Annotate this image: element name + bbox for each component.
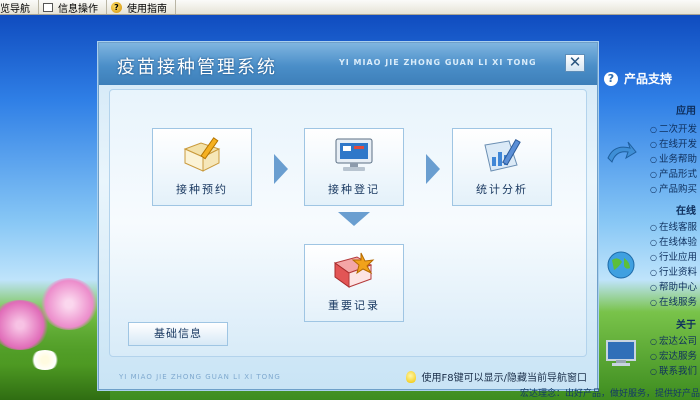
company-slogan: 宏达理念：出好产品，做好服务，提供好产品 [520, 389, 700, 399]
statistics-button[interactable]: 统计分析 [452, 128, 552, 206]
monitor-icon [606, 340, 636, 366]
feature-label: 统计分析 [476, 183, 528, 196]
sidebar-header-label: 产品支持 [624, 72, 673, 86]
sidebar-section-title: 关于 [676, 320, 696, 331]
sidebar-list: 在线客服 在线体验 行业应用 行业资料 帮助中心 在线服务 [650, 220, 697, 310]
feature-label: 接种登记 [328, 183, 380, 196]
appointment-button[interactable]: 接种预约 [152, 128, 252, 206]
help-icon: ? [111, 1, 122, 13]
globe-icon [607, 251, 635, 279]
registration-button[interactable]: 接种登记 [304, 128, 404, 206]
sidebar-link[interactable]: 二次开发 [650, 122, 697, 137]
sidebar-link[interactable]: 宏达公司 [650, 334, 697, 349]
sidebar-section-title: 在线 [676, 206, 696, 217]
sidebar-link[interactable]: 业务帮助 [650, 152, 697, 167]
menu-item-label: 使用指南 [127, 3, 167, 15]
sidebar-link[interactable]: 在线服务 [650, 295, 697, 310]
arrow-icon [607, 141, 637, 163]
sidebar-link[interactable]: 在线客服 [650, 220, 697, 235]
computer-monitor-icon [331, 135, 377, 175]
menu-item-info-operation[interactable]: 信息操作 [39, 0, 107, 15]
product-support-sidebar: ? 产品支持 应用 二次开发 在线开发 业务帮助 产品形式 产品购买 在线 在线… [600, 64, 700, 400]
dialog-title: 疫苗接种管理系统 [117, 57, 277, 78]
menu-item-label: 信息操作 [58, 3, 98, 15]
feature-label: 重要记录 [328, 299, 380, 312]
chart-pen-icon [479, 135, 525, 175]
sidebar-link[interactable]: 在线体验 [650, 235, 697, 250]
footer-pinyin: YI MIAO JIE ZHONG GUAN LI XI TONG [119, 373, 281, 381]
menu-item-navigation[interactable]: 览导航 [0, 0, 39, 15]
book-leaf-icon [331, 251, 377, 291]
footer-tip-text: 使用F8键可以显示/隐藏当前导航窗口 [421, 373, 587, 384]
sidebar-link[interactable]: 联系我们 [650, 364, 697, 379]
sidebar-list: 二次开发 在线开发 业务帮助 产品形式 产品购买 [650, 122, 697, 197]
notebook-pencil-icon [179, 135, 225, 175]
sidebar-section-title: 应用 [676, 106, 696, 117]
basic-info-button[interactable]: 基础信息 [128, 322, 228, 346]
navigation-panel: 接种预约 接种登记 统计分析 重要记录 基础信息 [109, 89, 587, 357]
question-icon: ? [604, 71, 618, 86]
flower-decoration [30, 350, 60, 370]
sidebar-link[interactable]: 行业资料 [650, 265, 697, 280]
menu-item-user-guide[interactable]: ? 使用指南 [107, 0, 176, 15]
footer-tip: 使用F8键可以显示/隐藏当前导航窗口 [405, 369, 587, 384]
dialog-title-pinyin: YI MIAO JIE ZHONG GUAN LI XI TONG [339, 58, 537, 67]
page-icon [43, 2, 53, 12]
flower-decoration [40, 278, 98, 330]
arrow-down-icon [338, 212, 370, 226]
sidebar-link[interactable]: 产品购买 [650, 182, 697, 197]
dialog-title-bar[interactable]: 疫苗接种管理系统 YI MIAO JIE ZHONG GUAN LI XI TO… [99, 43, 597, 85]
feature-label: 接种预约 [176, 183, 228, 196]
menu-bar: 览导航 信息操作 ? 使用指南 [0, 0, 700, 15]
sidebar-link[interactable]: 帮助中心 [650, 280, 697, 295]
sidebar-link[interactable]: 产品形式 [650, 167, 697, 182]
important-records-button[interactable]: 重要记录 [304, 244, 404, 322]
lightbulb-icon [405, 370, 416, 383]
sidebar-link[interactable]: 在线开发 [650, 137, 697, 152]
sidebar-link[interactable]: 行业应用 [650, 250, 697, 265]
menu-item-label: 览导航 [0, 3, 30, 15]
navigation-dialog: 疫苗接种管理系统 YI MIAO JIE ZHONG GUAN LI XI TO… [98, 42, 598, 390]
sidebar-header: ? 产品支持 [604, 70, 672, 87]
arrow-right-icon [274, 154, 288, 184]
sidebar-link[interactable]: 宏达服务 [650, 349, 697, 364]
arrow-right-icon [426, 154, 440, 184]
sidebar-list: 宏达公司 宏达服务 联系我们 [650, 334, 697, 379]
close-button[interactable]: ✕ [565, 54, 585, 72]
